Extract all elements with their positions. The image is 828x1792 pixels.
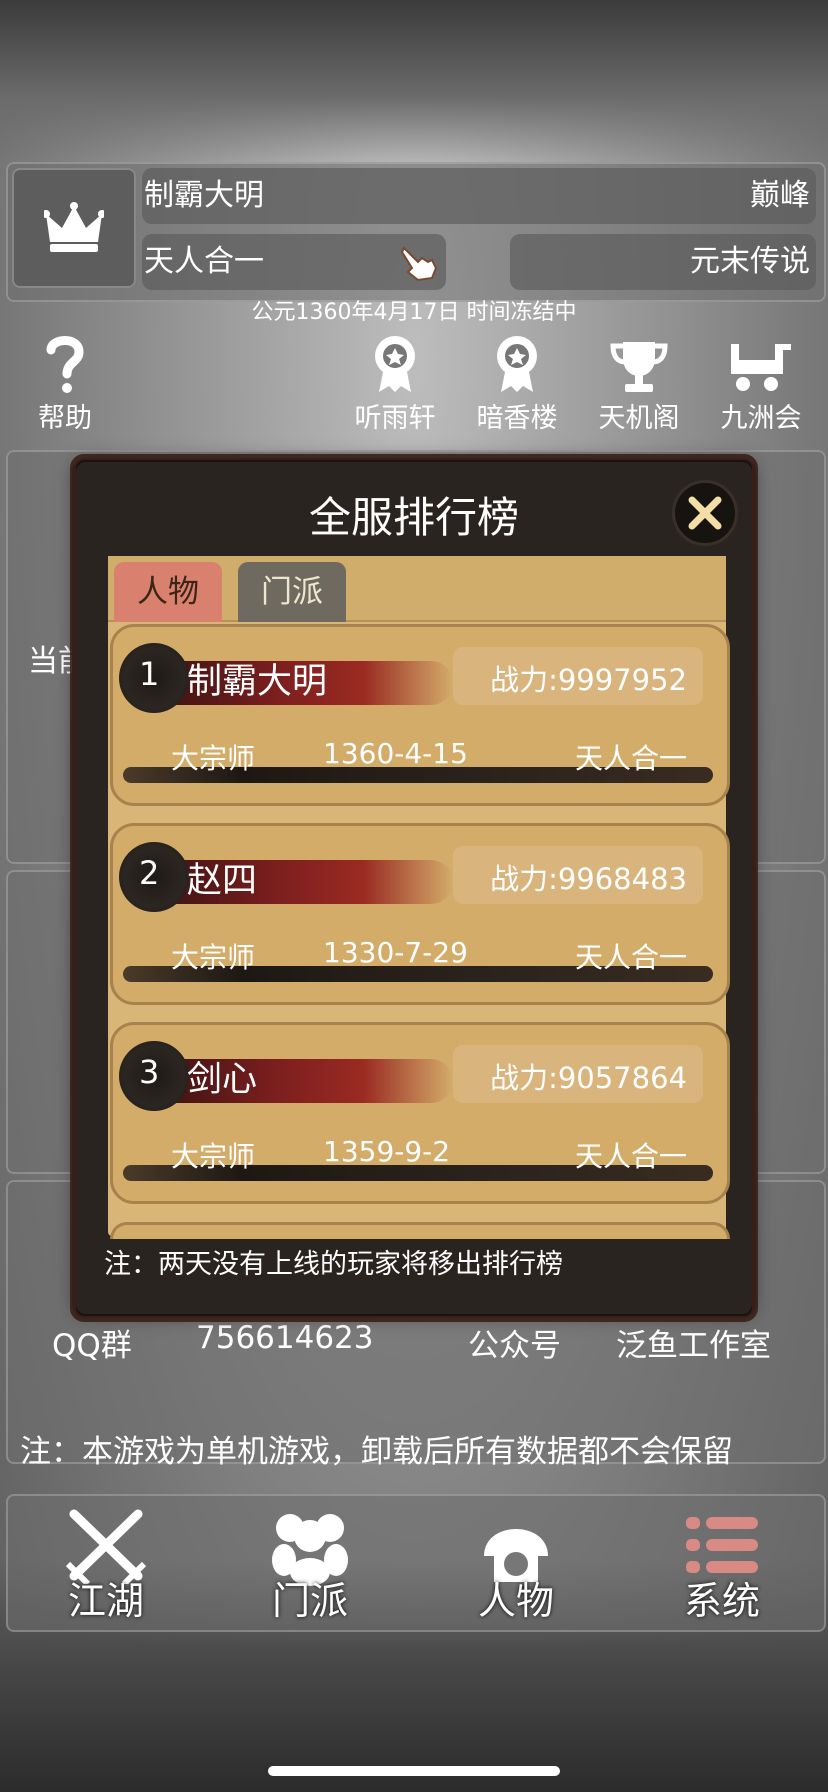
entry-power: 战力:9057864 <box>490 1061 687 1095</box>
entry-date: 1360-4-15 <box>323 737 468 770</box>
close-button[interactable] <box>672 480 738 546</box>
tab-label: 系统 <box>683 1579 760 1623</box>
tab-jianghu[interactable]: 江湖 <box>26 1508 186 1625</box>
entry-realm: 天人合一 <box>574 742 687 775</box>
entry-date: 1359-9-2 <box>323 1135 451 1168</box>
entry-rank: 3 <box>139 1053 160 1091</box>
rank-tier: 巅峰 <box>750 178 810 213</box>
entry-rank: 1 <box>139 655 160 693</box>
nav-label: 听雨轩 <box>354 403 436 434</box>
realm-bar[interactable]: 天人合一 <box>142 234 446 290</box>
title-bar: 元末传说 <box>510 234 816 290</box>
entry-name: 赵四 <box>187 861 258 901</box>
tab-label: 江湖 <box>67 1579 144 1623</box>
entry-grade: 大宗师 <box>171 742 256 775</box>
entry-power: 战力:9968483 <box>490 862 687 896</box>
cart-icon <box>731 344 791 391</box>
home-indicator[interactable] <box>268 1766 560 1776</box>
nav-anxianglou[interactable]: 暗香楼 <box>462 330 572 435</box>
leaderboard-entry[interactable]: 3 剑心 战力:9057864 大宗师 1359-9-2 天人合一 <box>110 1022 730 1204</box>
entry-date: 1330-7-29 <box>323 936 468 969</box>
tab-sect[interactable]: 门派 <box>238 562 346 622</box>
crown-button[interactable] <box>12 168 136 288</box>
player-realm: 天人合一 <box>144 244 264 279</box>
game-date: 公元1360年4月17日 时间冻结中 <box>251 300 577 325</box>
leaderboard-entry[interactable]: 2 赵四 战力:9968483 大宗师 1330-7-29 天人合一 <box>110 823 730 1005</box>
help-button[interactable]: 帮助 <box>10 330 120 435</box>
entry-grade: 大宗师 <box>171 1140 256 1173</box>
background-ink-top <box>0 0 828 160</box>
nav-label: 暗香楼 <box>476 403 558 434</box>
qq-group-label: QQ群 <box>52 1328 132 1364</box>
pointing-hand-icon <box>400 246 438 282</box>
offline-game-note: 注：本游戏为单机游戏，卸载后所有数据都不会保留 <box>20 1434 733 1470</box>
tab-xitong[interactable]: 系统 <box>642 1508 802 1625</box>
close-icon <box>688 496 722 530</box>
leaderboard-entry[interactable]: 1 制霸大明 战力:9997952 大宗师 1360-4-15 天人合一 <box>110 624 730 806</box>
entry-realm: 天人合一 <box>574 1140 687 1173</box>
entry-realm: 天人合一 <box>574 941 687 974</box>
entry-name: 制霸大明 <box>187 662 328 702</box>
question-icon <box>46 336 84 393</box>
tab-renwu[interactable]: 人物 <box>436 1508 596 1625</box>
entry-rank: 2 <box>139 854 160 892</box>
entry-power: 战力:9997952 <box>490 663 687 697</box>
tab-label: 门派 <box>271 1579 348 1623</box>
nav-jiuzhouhui[interactable]: 九洲会 <box>706 330 816 435</box>
nav-tingyuxuan[interactable]: 听雨轩 <box>340 330 450 435</box>
player-name-bar: 制霸大明 巅峰 <box>142 168 816 224</box>
entry-name: 剑心 <box>187 1060 258 1100</box>
tab-label: 人物 <box>477 1579 554 1623</box>
trophy-icon <box>610 342 668 392</box>
crown-icon <box>44 202 104 252</box>
medal-icon <box>497 336 537 392</box>
leaderboard-note: 注：两天没有上线的玩家将移出排行榜 <box>104 1249 563 1280</box>
nav-tianjige[interactable]: 天机阁 <box>584 330 694 435</box>
entry-grade: 大宗师 <box>171 941 256 974</box>
wechat-value[interactable]: 泛鱼工作室 <box>616 1320 771 1365</box>
nav-label: 九洲会 <box>720 403 802 434</box>
nav-label: 天机阁 <box>598 403 680 434</box>
leaderboard-entry-partial[interactable] <box>110 1222 730 1239</box>
player-title: 元末传说 <box>690 244 810 279</box>
qq-group-number[interactable]: 756614623 <box>196 1320 374 1356</box>
player-name: 制霸大明 <box>144 178 264 213</box>
tab-menpai[interactable]: 门派 <box>230 1508 390 1625</box>
medal-icon <box>375 336 415 392</box>
help-label: 帮助 <box>38 403 92 434</box>
modal-title: 全服排行榜 <box>308 493 519 542</box>
wechat-label: 公众号 <box>468 1328 561 1364</box>
tab-person[interactable]: 人物 <box>114 562 222 622</box>
